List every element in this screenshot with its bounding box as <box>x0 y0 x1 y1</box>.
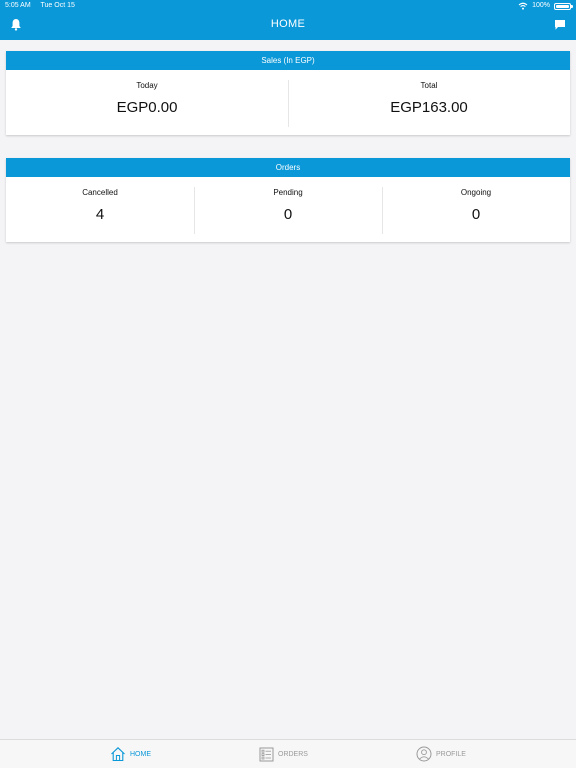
tab-bar: HOME ORDERS PROFILE <box>0 739 576 768</box>
home-icon <box>111 747 125 762</box>
sales-today: Today EGP0.00 <box>6 70 288 135</box>
chat-icon[interactable] <box>554 19 566 31</box>
wifi-icon <box>518 2 528 10</box>
sales-total-label: Total <box>420 81 438 90</box>
sales-today-label: Today <box>136 81 158 90</box>
tab-orders-label: ORDERS <box>278 750 308 758</box>
orders-ongoing-value: 0 <box>471 206 481 223</box>
orders-pending[interactable]: Pending 0 <box>194 177 382 242</box>
sales-card-body: Today EGP0.00 Total EGP163.00 <box>6 70 570 135</box>
orders-cancelled-label: Cancelled <box>82 188 118 197</box>
status-right: 100% <box>518 0 573 12</box>
battery-icon <box>554 2 573 10</box>
tab-orders[interactable]: ORDERS <box>259 745 308 763</box>
orders-pending-label: Pending <box>273 188 303 197</box>
orders-card-header: Orders <box>6 158 570 177</box>
tab-profile-label: PROFILE <box>436 750 466 758</box>
sales-total: Total EGP163.00 <box>288 70 570 135</box>
orders-pending-value: 0 <box>283 206 293 223</box>
tab-home-label: HOME <box>130 750 151 758</box>
sales-card-header: Sales (In EGP) <box>6 51 570 70</box>
orders-ongoing-label: Ongoing <box>460 188 492 197</box>
orders-cancelled[interactable]: Cancelled 4 <box>6 177 194 242</box>
sales-today-value: EGP0.00 <box>116 99 178 116</box>
orders-list-icon <box>259 747 274 761</box>
status-bar: 5:05 AM Tue Oct 15 100% <box>0 0 576 12</box>
profile-icon <box>416 746 432 762</box>
status-time: 5:05 AM <box>5 2 31 9</box>
orders-card: Orders Cancelled 4 Pending 0 Ongoing 0 <box>6 158 570 242</box>
tab-profile[interactable]: PROFILE <box>416 745 466 763</box>
sales-card: Sales (In EGP) Today EGP0.00 Total EGP16… <box>6 51 570 135</box>
status-date: Tue Oct 15 <box>40 2 75 9</box>
orders-ongoing[interactable]: Ongoing 0 <box>382 177 570 242</box>
page-title: HOME <box>270 18 306 30</box>
sales-total-value: EGP163.00 <box>390 99 468 116</box>
orders-cancelled-value: 4 <box>95 206 105 223</box>
battery-percent: 100% <box>532 2 550 9</box>
top-bar: 5:05 AM Tue Oct 15 100% HOME <box>0 0 576 40</box>
orders-card-body: Cancelled 4 Pending 0 Ongoing 0 <box>6 177 570 242</box>
status-left: 5:05 AM Tue Oct 15 <box>5 0 83 12</box>
tab-home[interactable]: HOME <box>110 745 151 763</box>
